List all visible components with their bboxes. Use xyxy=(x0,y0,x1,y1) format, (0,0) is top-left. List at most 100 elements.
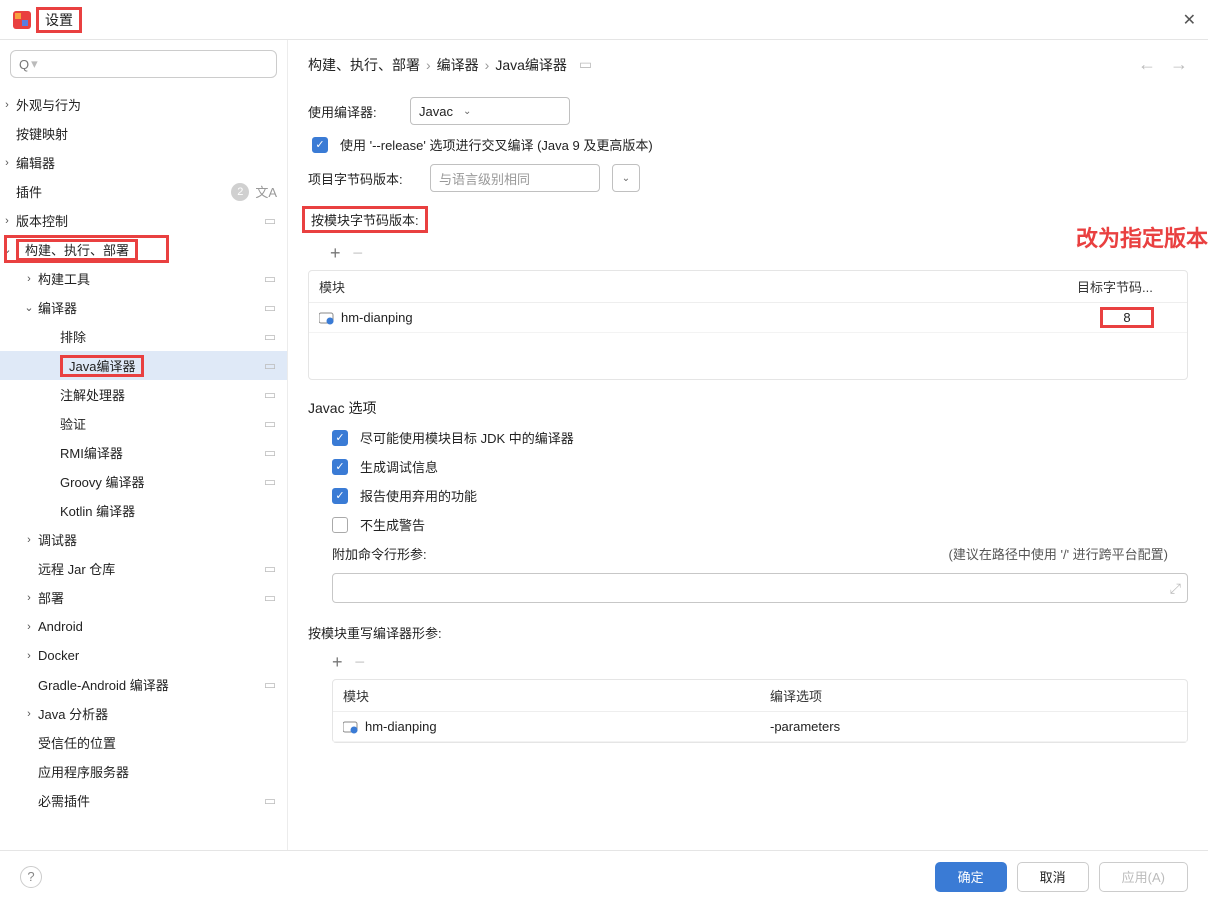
opt1-checkbox[interactable]: ✓ xyxy=(332,430,348,446)
sidebar-item[interactable]: ›外观与行为 xyxy=(0,90,287,119)
chevron-icon: ⌄ xyxy=(0,243,14,256)
bytecode-label: 项目字节码版本: xyxy=(308,169,418,188)
sidebar-item[interactable]: 插件 2 文A xyxy=(0,177,287,206)
override-table: 模块 编译选项 hm-dianping -parameters xyxy=(332,679,1188,743)
sidebar-item[interactable]: ›部署▭ xyxy=(0,583,287,612)
scope-icon: ▭ xyxy=(263,677,277,693)
chevron-icon: › xyxy=(22,650,36,662)
sidebar-item-label: 受信任的位置 xyxy=(38,733,116,752)
language-icon: 文A xyxy=(255,182,277,201)
sidebar-item-label: 验证 xyxy=(60,414,86,433)
sidebar-item-label: 构建、执行、部署 xyxy=(16,239,138,261)
target-value[interactable]: 8 xyxy=(1100,307,1153,328)
table2-col-opts: 编译选项 xyxy=(760,680,1187,711)
nav-back-icon[interactable]: ← xyxy=(1138,54,1156,75)
remove-icon-2[interactable]: − xyxy=(355,652,366,673)
compiler-select[interactable]: Javac⌄ xyxy=(410,97,570,125)
sidebar-item[interactable]: 必需插件 ▭ xyxy=(0,786,287,815)
opt2-checkbox[interactable]: ✓ xyxy=(332,459,348,475)
scope-icon: ▭ xyxy=(263,445,277,461)
sidebar-item[interactable]: ⌄构建、执行、部署 xyxy=(0,235,287,264)
chevron-icon: › xyxy=(22,708,36,720)
footer: ? 确定 取消 应用(A) xyxy=(0,850,1208,902)
scope-icon: ▭ xyxy=(263,590,277,606)
module-bytecode-table: 模块 目标字节码... hm-dianping 8 xyxy=(308,270,1188,380)
sidebar-item[interactable]: 受信任的位置 xyxy=(0,728,287,757)
apply-button[interactable]: 应用(A) xyxy=(1099,862,1188,892)
cancel-button[interactable]: 取消 xyxy=(1017,862,1089,892)
breadcrumb-part[interactable]: 构建、执行、部署 xyxy=(308,55,420,75)
ok-button[interactable]: 确定 xyxy=(935,862,1007,892)
sidebar-item-label: 必需插件 xyxy=(38,791,90,810)
sidebar-item[interactable]: 注解处理器▭ xyxy=(0,380,287,409)
search-input[interactable]: Q▾ xyxy=(10,50,277,78)
settings-scope-icon: ▭ xyxy=(579,56,592,73)
release-label: 使用 '--release' 选项进行交叉编译 (Java 9 及更高版本) xyxy=(340,135,653,154)
sidebar-item[interactable]: 按键映射 xyxy=(0,119,287,148)
sidebar-item-label: Android xyxy=(38,619,83,634)
opt4-checkbox[interactable] xyxy=(332,517,348,533)
update-badge: 2 xyxy=(231,183,249,201)
scope-icon: ▭ xyxy=(263,358,277,374)
cmd-args-input[interactable]: ⤢ xyxy=(332,573,1188,603)
scope-icon: ▭ xyxy=(263,793,277,809)
scope-icon: ▭ xyxy=(263,416,277,432)
opt3-checkbox[interactable]: ✓ xyxy=(332,488,348,504)
sidebar-item[interactable]: ›调试器 xyxy=(0,525,287,554)
release-checkbox[interactable]: ✓ xyxy=(312,137,328,153)
title-bar: 设置 ✕ xyxy=(0,0,1208,40)
sidebar-item[interactable]: ›Java 分析器 xyxy=(0,699,287,728)
cmd-hint: (建议在路径中使用 '/' 进行跨平台配置) xyxy=(949,544,1188,563)
override-label: 按模块重写编译器形参: xyxy=(308,623,1188,642)
sidebar-item[interactable]: ›Docker xyxy=(0,641,287,670)
opt3-label: 报告使用弃用的功能 xyxy=(360,486,477,505)
sidebar-item[interactable]: 应用程序服务器 xyxy=(0,757,287,786)
chevron-icon: › xyxy=(0,157,14,169)
add-icon[interactable]: + xyxy=(330,243,341,264)
sidebar: Q▾ ›外观与行为按键映射›编辑器插件2文A›版本控制▭⌄构建、执行、部署›构建… xyxy=(0,40,288,850)
bytecode-input[interactable]: 与语言级别相同 xyxy=(430,164,600,192)
sidebar-item[interactable]: Kotlin 编译器 xyxy=(0,496,287,525)
help-icon[interactable]: ? xyxy=(20,866,42,888)
scope-icon: ▭ xyxy=(263,329,277,345)
breadcrumb-part[interactable]: Java编译器 xyxy=(495,55,567,75)
sidebar-item[interactable]: Groovy 编译器 ▭ xyxy=(0,467,287,496)
breadcrumb: 构建、执行、部署›编译器›Java编译器▭ xyxy=(308,55,592,75)
remove-icon[interactable]: − xyxy=(353,243,364,264)
sidebar-item[interactable]: ›编辑器 xyxy=(0,148,287,177)
expand-icon[interactable]: ⤢ xyxy=(1170,580,1181,597)
close-icon[interactable]: ✕ xyxy=(1183,10,1196,30)
sidebar-item[interactable]: ⌄编译器▭ xyxy=(0,293,287,322)
chevron-icon: › xyxy=(0,99,14,111)
add-icon-2[interactable]: + xyxy=(332,652,343,673)
sidebar-item[interactable]: 远程 Jar 仓库▭ xyxy=(0,554,287,583)
sidebar-item-label: Groovy 编译器 xyxy=(60,472,145,491)
sidebar-item[interactable]: Gradle-Android 编译器▭ xyxy=(0,670,287,699)
scope-icon: ▭ xyxy=(263,561,277,577)
sidebar-item[interactable]: Java编译器▭ xyxy=(0,351,287,380)
sidebar-item[interactable]: 排除▭ xyxy=(0,322,287,351)
module-icon xyxy=(319,311,335,325)
scope-icon: ▭ xyxy=(263,387,277,403)
sidebar-item[interactable]: ›Android xyxy=(0,612,287,641)
scope-icon: ▭ xyxy=(263,271,277,287)
sidebar-item[interactable]: 验证 ▭ xyxy=(0,409,287,438)
sidebar-item-label: 编译器 xyxy=(38,298,77,317)
window-title: 设置 xyxy=(36,7,82,33)
table-row[interactable]: hm-dianping -parameters xyxy=(333,712,1187,742)
bytecode-dropdown[interactable]: ⌄ xyxy=(612,164,640,192)
sidebar-item[interactable]: RMI编译器▭ xyxy=(0,438,287,467)
scope-icon: ▭ xyxy=(263,474,277,490)
sidebar-item[interactable]: ›构建工具▭ xyxy=(0,264,287,293)
breadcrumb-part[interactable]: 编译器 xyxy=(437,55,479,75)
table-col-module: 模块 xyxy=(309,271,1067,302)
sidebar-item[interactable]: ›版本控制▭ xyxy=(0,206,287,235)
table-row[interactable]: hm-dianping 8 xyxy=(309,303,1187,333)
sidebar-item-label: 按键映射 xyxy=(16,124,68,143)
chevron-icon: › xyxy=(22,621,36,633)
sidebar-item-label: Java 分析器 xyxy=(38,704,108,723)
chevron-icon: › xyxy=(22,534,36,546)
annotation-text: 改为指定版本 xyxy=(1076,221,1208,253)
nav-forward-icon[interactable]: → xyxy=(1170,54,1188,75)
sidebar-item-label: 插件 xyxy=(16,182,42,201)
